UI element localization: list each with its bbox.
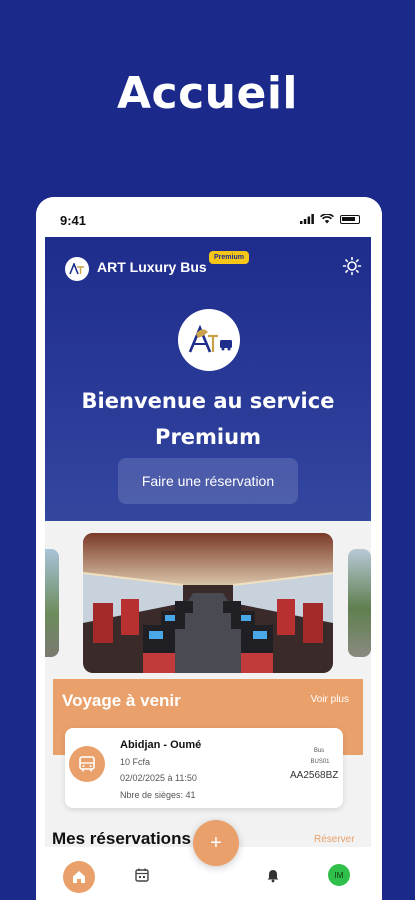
brand-logo-icon [65, 257, 89, 281]
trip-card[interactable]: Abidjan - Oumé 10 Fcfa 02/02/2025 à 11:5… [65, 728, 343, 808]
status-bar: 9:41 [36, 197, 382, 237]
wifi-icon [320, 214, 334, 224]
promo-title: Accueil [116, 68, 299, 119]
calendar-icon[interactable] [134, 867, 150, 883]
premium-badge: Premium [209, 251, 249, 264]
bell-icon[interactable] [265, 867, 281, 883]
bus-plate: AA2568BZ [290, 770, 339, 781]
hero-title-line1: Bienvenue au service [81, 389, 335, 413]
brand-logo [178, 309, 240, 371]
battery-icon [340, 214, 360, 224]
bus-label: Bus [313, 748, 325, 754]
home-icon [73, 871, 85, 883]
trip-seats: Nbre de sièges: 41 [120, 790, 196, 800]
nav-home[interactable] [63, 861, 95, 893]
hero-title: Bienvenue au service Premium [45, 383, 371, 455]
upcoming-title: Voyage à venir [62, 691, 181, 710]
reserve-link[interactable]: Réserver [314, 834, 355, 845]
signal-icon [300, 214, 314, 224]
carousel-next-image[interactable] [348, 549, 371, 657]
hero-section: ART Luxury Bus Premium Bienvenue au serv… [45, 237, 371, 521]
sun-icon[interactable] [342, 256, 362, 276]
hero-title-line2: Premium [155, 425, 261, 449]
reservations-title: Mes réservations [52, 829, 191, 848]
trip-price: 10 Fcfa [120, 757, 151, 767]
see-more-link[interactable]: Voir plus [311, 694, 349, 705]
app-screen: ART Luxury Bus Premium Bienvenue au serv… [45, 237, 371, 900]
carousel-bus-interior-image[interactable] [83, 533, 333, 673]
avatar[interactable]: IM [328, 864, 350, 886]
add-fab-button[interactable]: + [193, 820, 239, 866]
status-icons [300, 214, 360, 224]
make-reservation-button[interactable]: Faire une réservation [118, 458, 298, 504]
status-time: 9:41 [60, 213, 87, 228]
phone-frame: 9:41 ART Luxury Bus Premium Bienvenue au… [36, 197, 382, 900]
trip-datetime: 02/02/2025 à 11:50 [120, 773, 197, 783]
bus-code: BUS01 [310, 759, 330, 765]
trip-route: Abidjan - Oumé [120, 739, 202, 751]
brand-name: ART Luxury Bus [97, 259, 207, 275]
bus-icon [69, 746, 105, 782]
carousel-prev-image[interactable] [45, 549, 59, 657]
